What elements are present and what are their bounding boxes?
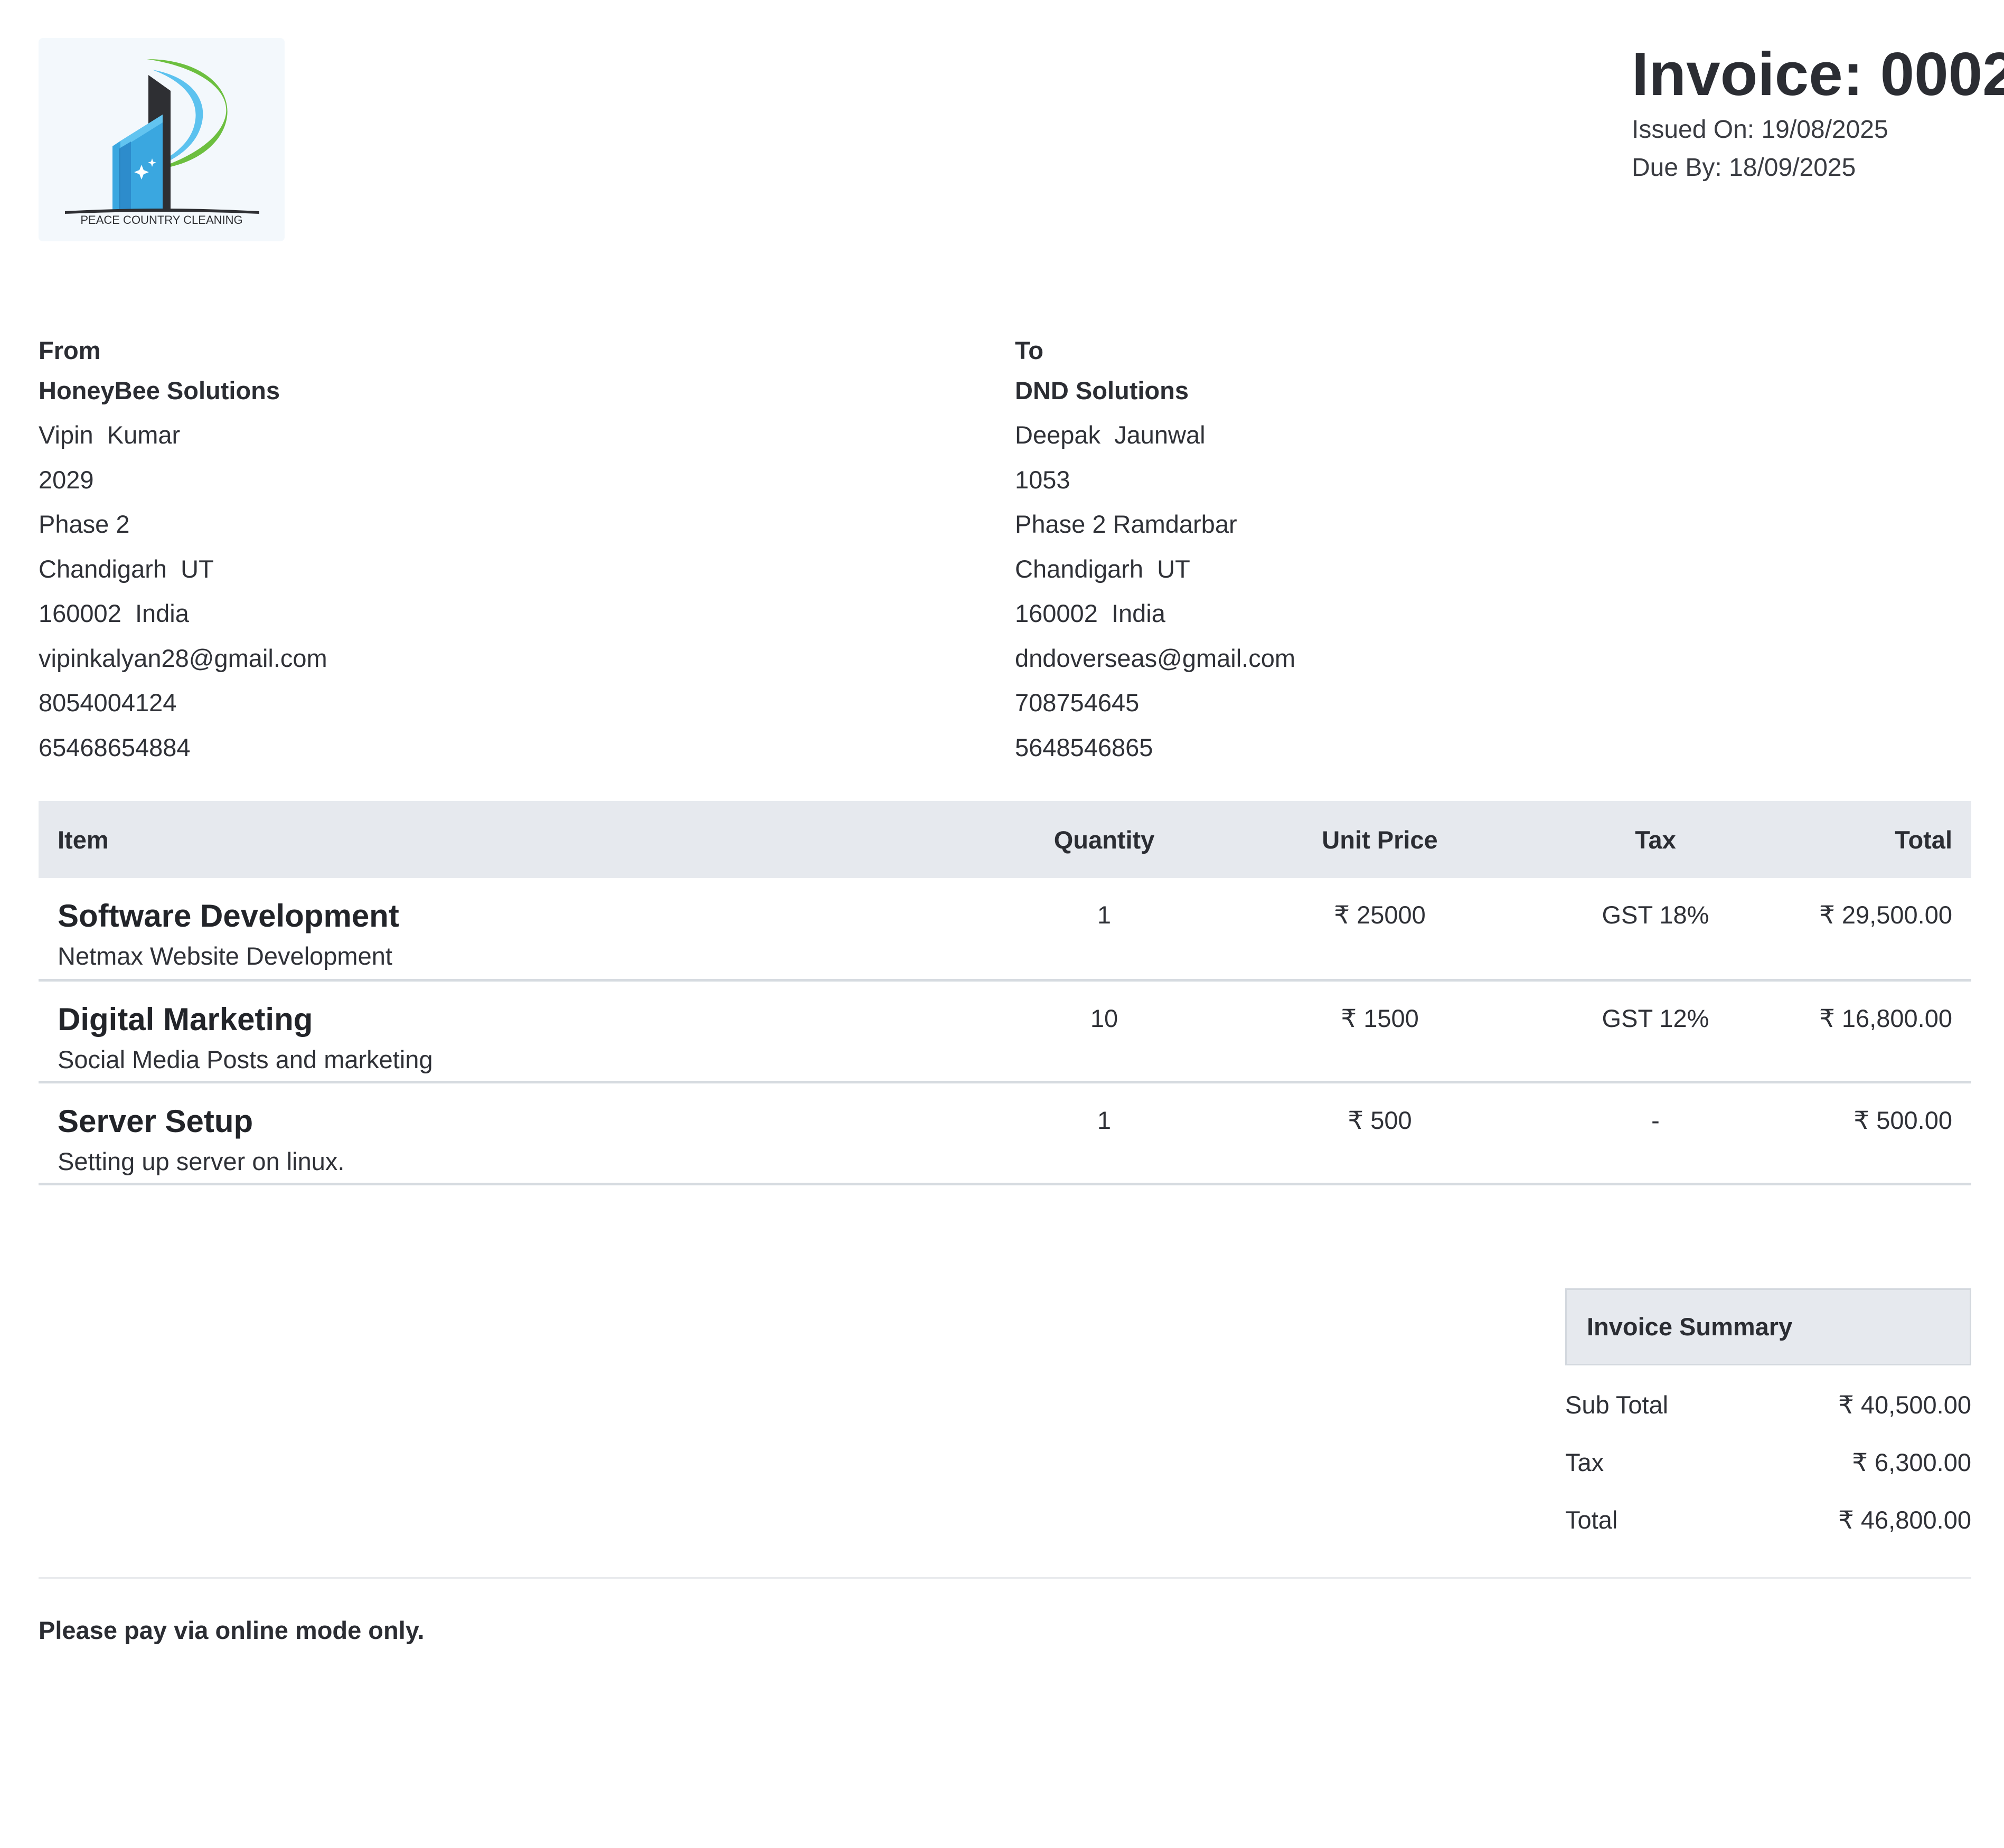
item-quantity: 1 <box>974 1082 1234 1185</box>
company-logo: PEACE COUNTRY CLEANING <box>39 38 285 241</box>
item-unit-price: ₹ 500 <box>1234 1082 1526 1185</box>
subtotal-value: ₹ 40,500.00 <box>1838 1391 1971 1419</box>
to-phone: 708754645 <box>1015 689 1140 716</box>
from-contact-name: Vipin Kumar <box>39 421 181 449</box>
from-phone: 8054004124 <box>39 689 177 716</box>
item-cell: Server Setup Setting up server on linux. <box>39 1082 974 1185</box>
item-quantity: 10 <box>974 980 1234 1083</box>
tax-value: ₹ 6,300.00 <box>1852 1448 1971 1476</box>
item-description: Social Media Posts and marketing <box>58 1045 433 1073</box>
from-heading: From <box>39 336 101 364</box>
payment-note: Please pay via online mode only. <box>39 1616 425 1644</box>
from-postal-country: 160002 India <box>39 599 189 627</box>
item-unit-price: ₹ 25000 <box>1234 878 1526 982</box>
table-header-row: Item Quantity Unit Price Tax Total <box>39 801 1971 878</box>
summary-subtotal-row: Sub Total ₹ 40,500.00 <box>1565 1376 1971 1434</box>
logo-text: PEACE COUNTRY CLEANING <box>80 213 242 227</box>
from-address-line: Phase 2 <box>39 510 130 538</box>
to-tax-id: 5648546865 <box>1015 733 1153 761</box>
summary-total-row: Total ₹ 46,800.00 <box>1565 1491 1971 1549</box>
table-row: Server Setup Setting up server on linux.… <box>39 1082 1971 1185</box>
to-address-line: Phase 2 Ramdarbar <box>1015 510 1237 538</box>
item-description: Setting up server on linux. <box>58 1147 345 1175</box>
item-tax: GST 18% <box>1526 878 1785 982</box>
from-city-state: Chandigarh UT <box>39 554 214 583</box>
item-total: ₹ 29,500.00 <box>1785 878 1971 982</box>
from-company: HoneyBee Solutions <box>39 376 280 404</box>
building-logo-icon: PEACE COUNTRY CLEANING <box>65 59 259 227</box>
item-total: ₹ 500.00 <box>1785 1082 1971 1185</box>
item-cell: Digital Marketing Social Media Posts and… <box>39 980 974 1083</box>
table-row: Software Development Netmax Website Deve… <box>39 878 1971 982</box>
item-tax: GST 12% <box>1526 980 1785 1083</box>
to-company: DND Solutions <box>1015 376 1189 404</box>
item-name: Software Development <box>58 898 399 934</box>
item-description: Netmax Website Development <box>58 942 392 970</box>
item-name: Digital Marketing <box>58 1001 313 1037</box>
to-contact-name: Deepak Jaunwal <box>1015 421 1206 449</box>
invoice-summary: Invoice Summary Sub Total ₹ 40,500.00 Ta… <box>1565 1288 1971 1549</box>
header-item: Item <box>39 801 974 878</box>
invoice-header: Invoice: 0002 Issued On: 19/08/2025 Due … <box>1632 37 2004 187</box>
issued-on-date: Issued On: 19/08/2025 <box>1632 116 1888 144</box>
from-email: vipinkalyan28@gmail.com <box>39 644 327 672</box>
table-row: Digital Marketing Social Media Posts and… <box>39 980 1971 1083</box>
due-by-date: Due By: 18/09/2025 <box>1632 154 1856 182</box>
item-total: ₹ 16,800.00 <box>1785 980 1971 1083</box>
header-tax: Tax <box>1526 801 1785 878</box>
subtotal-label: Sub Total <box>1565 1391 1669 1419</box>
tax-label: Tax <box>1565 1448 1604 1476</box>
footer-divider <box>39 1577 1971 1579</box>
total-value: ₹ 46,800.00 <box>1838 1506 1971 1534</box>
header-quantity: Quantity <box>974 801 1234 878</box>
header-unit-price: Unit Price <box>1234 801 1526 878</box>
header-total: Total <box>1785 801 1971 878</box>
from-tax-id: 65468654884 <box>39 733 191 761</box>
summary-heading: Invoice Summary <box>1565 1288 1971 1365</box>
summary-tax-row: Tax ₹ 6,300.00 <box>1565 1434 1971 1491</box>
to-postal-country: 160002 India <box>1015 599 1165 627</box>
from-address-line: 2029 <box>39 465 94 494</box>
invoice-page: PEACE COUNTRY CLEANING Invoice: 0002 Iss… <box>0 0 2004 1848</box>
to-email: dndoverseas@gmail.com <box>1015 644 1295 672</box>
to-city-state: Chandigarh UT <box>1015 554 1190 583</box>
to-block: To DND Solutions Deepak Jaunwal 1053 Pha… <box>1015 333 1913 770</box>
item-tax: - <box>1526 1082 1785 1185</box>
item-cell: Software Development Netmax Website Deve… <box>39 878 974 982</box>
items-table: Item Quantity Unit Price Tax Total Softw… <box>39 801 1971 1185</box>
item-unit-price: ₹ 1500 <box>1234 980 1526 1083</box>
invoice-title: Invoice: 0002 <box>1632 40 2004 108</box>
to-heading: To <box>1015 336 1043 364</box>
item-quantity: 1 <box>974 878 1234 982</box>
item-name: Server Setup <box>58 1103 253 1139</box>
total-label: Total <box>1565 1506 1618 1534</box>
to-address-line: 1053 <box>1015 465 1070 494</box>
from-block: From HoneyBee Solutions Vipin Kumar 2029… <box>39 333 936 770</box>
